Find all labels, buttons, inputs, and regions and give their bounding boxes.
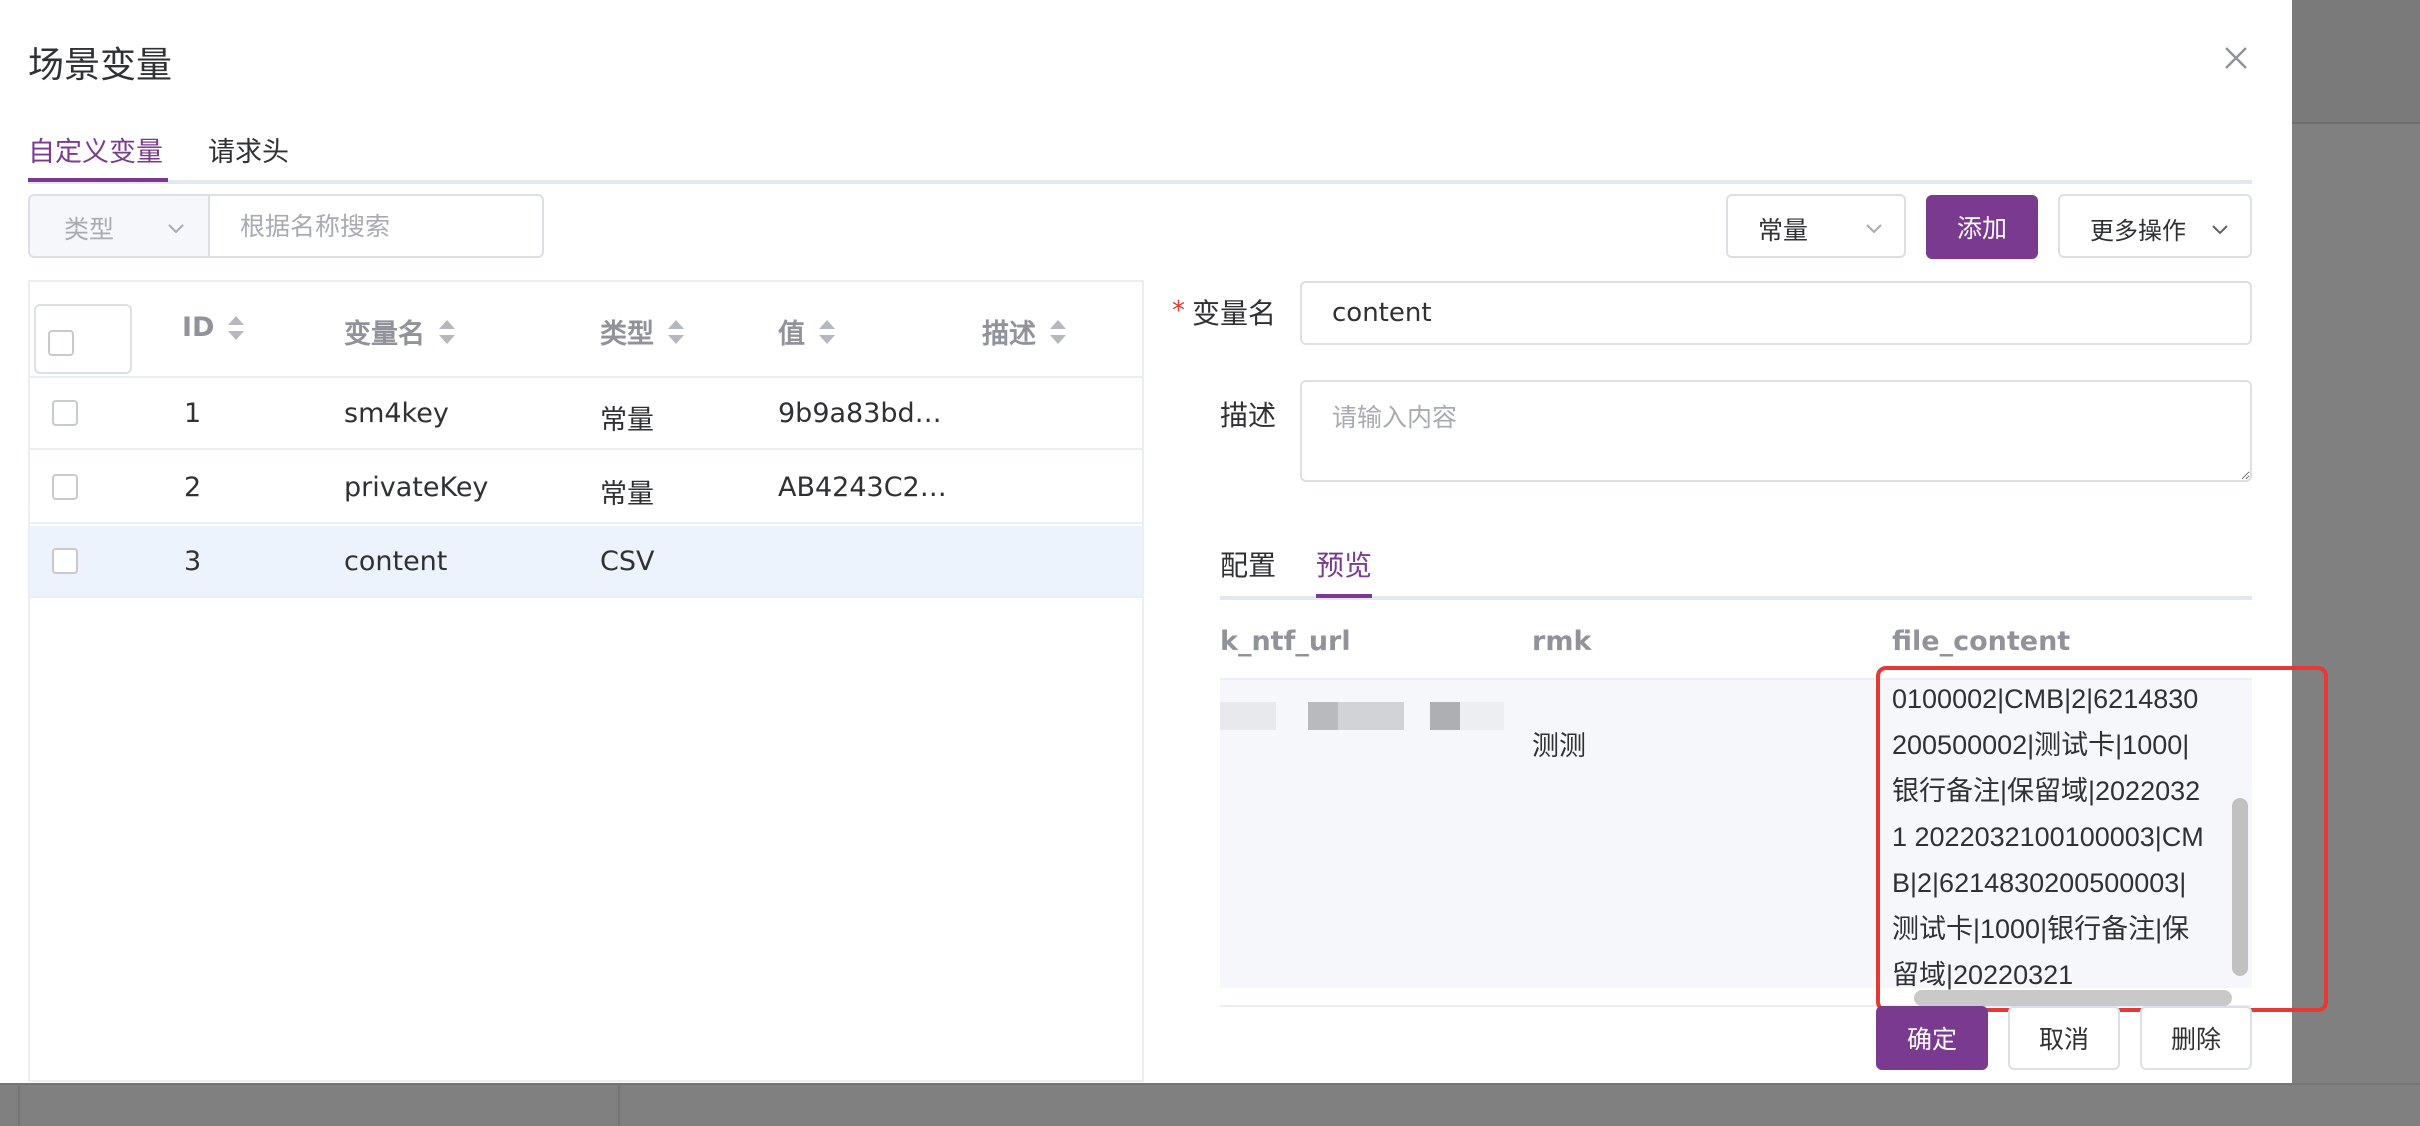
cell-type: 常量 xyxy=(600,405,654,436)
sort-icon[interactable] xyxy=(226,313,246,343)
dialog-title: 场景变量 xyxy=(28,45,173,86)
search-input[interactable] xyxy=(208,194,544,258)
table-row[interactable]: 2 privateKey 常量 AB4243C2… xyxy=(30,452,1142,524)
cell-name: content xyxy=(344,546,448,577)
row-checkbox[interactable] xyxy=(52,474,78,500)
cell-type: CSV xyxy=(600,546,655,577)
background-divider xyxy=(618,1083,620,1126)
description-textarea[interactable] xyxy=(1300,380,2252,482)
delete-button[interactable]: 删除 xyxy=(2140,1006,2252,1070)
column-header-label: 变量名 xyxy=(344,319,425,350)
cell-name: sm4key xyxy=(344,398,449,429)
type-filter-select[interactable]: 类型 xyxy=(28,194,210,258)
column-header-value[interactable]: 值 xyxy=(778,312,837,351)
column-header-type[interactable]: 类型 xyxy=(600,312,686,351)
sort-icon[interactable] xyxy=(666,317,686,347)
table-row[interactable]: 1 sm4key 常量 9b9a83bd… xyxy=(30,378,1142,450)
background-divider xyxy=(0,1083,2420,1085)
tab-custom-variables[interactable]: 自定义变量 xyxy=(28,130,163,169)
config-preview-tabs: 配置 预览 xyxy=(1220,530,2252,600)
background-divider xyxy=(18,1083,20,1126)
row-checkbox[interactable] xyxy=(52,548,78,574)
sort-icon[interactable] xyxy=(817,317,837,347)
horizontal-scrollbar[interactable] xyxy=(1914,990,2232,1006)
column-header-id[interactable]: ID xyxy=(182,312,246,343)
tab-bar: 自定义变量 请求头 xyxy=(28,120,2252,184)
add-button[interactable]: 添加 xyxy=(1926,195,2038,259)
required-asterisk: * xyxy=(1172,296,1185,326)
active-tab-indicator xyxy=(28,178,168,182)
description-label: 描述 xyxy=(1220,399,1277,432)
active-tab-indicator xyxy=(1316,594,1372,598)
tab-request-headers[interactable]: 请求头 xyxy=(208,130,289,169)
variable-type-value: 常量 xyxy=(1758,216,1809,245)
variables-table: ID 变量名 类型 值 描述 1 sm4key 常量 9b9a83bd… 2 p… xyxy=(28,280,1144,1082)
chevron-down-icon xyxy=(168,224,184,234)
column-header-label: 描述 xyxy=(982,319,1036,350)
cell-name: privateKey xyxy=(344,472,489,503)
file-content-text: 0100002|CMB|2|6214830200500002|测试卡|1000|… xyxy=(1892,684,2204,990)
cell-id: 2 xyxy=(184,472,202,503)
file-content-cell[interactable]: 0100002|CMB|2|6214830200500002|测试卡|1000|… xyxy=(1880,670,2248,1000)
column-header-description[interactable]: 描述 xyxy=(982,312,1068,351)
column-header-label: ID xyxy=(182,312,215,343)
table-header: ID 变量名 类型 值 描述 xyxy=(30,282,1142,378)
column-header-label: 类型 xyxy=(600,319,654,350)
redacted-url xyxy=(1220,702,1504,738)
cell-value: 9b9a83bd… xyxy=(778,398,942,429)
vertical-scrollbar[interactable] xyxy=(2232,798,2248,976)
type-filter-placeholder: 类型 xyxy=(64,215,115,244)
chevron-down-icon xyxy=(1866,224,1882,234)
sort-icon[interactable] xyxy=(437,317,457,347)
preview-cell-rmk: 测测 xyxy=(1532,731,1586,762)
tab-preview[interactable]: 预览 xyxy=(1316,544,1372,584)
sort-icon[interactable] xyxy=(1048,317,1068,347)
select-all-cell xyxy=(34,304,132,374)
cell-type: 常量 xyxy=(600,479,654,510)
cancel-button[interactable]: 取消 xyxy=(2008,1006,2120,1070)
cell-id: 3 xyxy=(184,546,202,577)
cell-value: AB4243C2… xyxy=(778,472,947,503)
select-all-checkbox[interactable] xyxy=(48,330,74,356)
more-actions-button[interactable]: 更多操作 xyxy=(2058,194,2252,258)
variable-name-input[interactable] xyxy=(1300,281,2252,345)
background-header xyxy=(2292,0,2420,124)
chevron-down-icon xyxy=(2212,225,2228,235)
table-row[interactable]: 3 content CSV xyxy=(30,526,1142,598)
row-checkbox[interactable] xyxy=(52,400,78,426)
variable-name-label: 变量名 xyxy=(1192,297,1277,330)
column-header-name[interactable]: 变量名 xyxy=(344,312,457,351)
preview-column-header: rmk xyxy=(1532,626,1592,657)
confirm-button[interactable]: 确定 xyxy=(1876,1006,1988,1070)
cell-id: 1 xyxy=(184,398,202,429)
more-actions-label: 更多操作 xyxy=(2090,217,2186,245)
preview-column-header: k_ntf_url xyxy=(1220,626,1351,657)
preview-column-header: file_content xyxy=(1892,626,2071,657)
scene-variables-dialog: 场景变量 自定义变量 请求头 类型 常量 添加 更多操作 xyxy=(0,0,2328,1083)
variable-type-select[interactable]: 常量 xyxy=(1726,194,1906,258)
close-icon[interactable] xyxy=(2216,38,2256,78)
column-header-label: 值 xyxy=(778,319,805,350)
tab-config[interactable]: 配置 xyxy=(1220,544,1276,584)
